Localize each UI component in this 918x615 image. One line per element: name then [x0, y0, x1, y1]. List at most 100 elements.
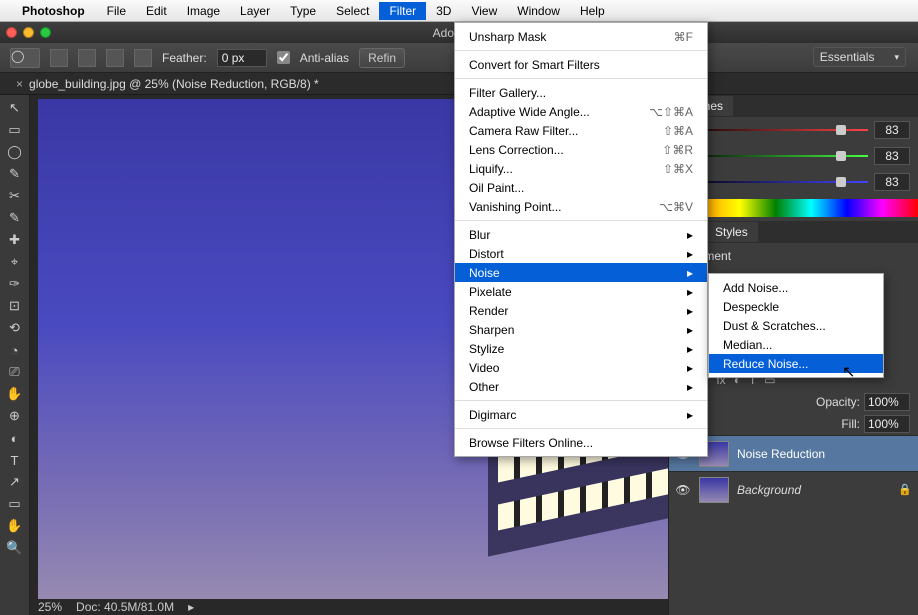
filter-menu-item[interactable]: Video▸ [455, 358, 707, 377]
layer-row[interactable]: 👁 Background 🔒 [669, 471, 918, 507]
tool-11[interactable]: ◔ [3, 339, 27, 361]
filter-menu-item[interactable]: Blur▸ [455, 225, 707, 244]
tool-6[interactable]: ✚ [3, 229, 27, 251]
tool-5[interactable]: ✎ [3, 207, 27, 229]
tool-3[interactable]: ✎ [3, 163, 27, 185]
tool-14[interactable]: ⊕ [3, 405, 27, 427]
selection-intersect-icon[interactable] [134, 49, 152, 67]
tool-preset-picker[interactable]: ◯ [10, 48, 40, 68]
filter-menu-item[interactable]: Unsharp Mask⌘F [455, 27, 707, 46]
filter-menu-item[interactable]: Noise▸ [455, 263, 707, 282]
tool-12[interactable]: ⎚ [3, 361, 27, 383]
refine-edge-button[interactable]: Refin [359, 48, 405, 68]
tool-19[interactable]: ✋ [3, 515, 27, 537]
tool-8[interactable]: ✑ [3, 273, 27, 295]
selection-subtract-icon[interactable] [106, 49, 124, 67]
layer-name[interactable]: Noise Reduction [737, 447, 825, 461]
status-arrow-icon[interactable]: ▸ [188, 600, 194, 614]
filter-menu-item[interactable]: Camera Raw Filter...⇧⌘A [455, 121, 707, 140]
tool-13[interactable]: ✋ [3, 383, 27, 405]
workspace-label: Essentials [820, 50, 875, 64]
filter-menu-item[interactable]: Lens Correction...⇧⌘R [455, 140, 707, 159]
menu-item-label: Sharpen [469, 323, 514, 337]
zoom-window-button[interactable] [40, 27, 51, 38]
menu-item-label: Other [469, 380, 499, 394]
menu-window[interactable]: Window [507, 2, 570, 20]
menu-type[interactable]: Type [280, 2, 326, 20]
layer-thumbnail[interactable] [699, 477, 729, 503]
tool-20[interactable]: 🔍 [3, 537, 27, 559]
red-value[interactable] [874, 121, 910, 139]
menu-item-label: Pixelate [469, 285, 512, 299]
filter-menu-item[interactable]: Distort▸ [455, 244, 707, 263]
tool-1[interactable]: ▭ [3, 119, 27, 141]
tools-panel[interactable]: ↖▭◯✎✂✎✚⌖✑⊡⟲◔⎚✋⊕◐T↗▭✋🔍 [0, 95, 30, 615]
tool-10[interactable]: ⟲ [3, 317, 27, 339]
layer-name[interactable]: Background [737, 483, 801, 497]
menu-item-label: Convert for Smart Filters [469, 58, 600, 72]
filter-menu-item[interactable]: Adaptive Wide Angle...⌥⇧⌘A [455, 102, 707, 121]
submenu-arrow-icon: ▸ [657, 285, 693, 299]
filter-menu-item[interactable]: Pixelate ▸ [455, 282, 707, 301]
tool-16[interactable]: T [3, 449, 27, 471]
styles-tab[interactable]: Styles [705, 222, 758, 242]
green-value[interactable] [874, 147, 910, 165]
menu-image[interactable]: Image [177, 2, 230, 20]
tool-7[interactable]: ⌖ [3, 251, 27, 273]
opacity-input[interactable] [864, 393, 910, 411]
noise-menu-item[interactable]: Despeckle [709, 297, 883, 316]
menu-edit[interactable]: Edit [136, 2, 177, 20]
zoom-level[interactable]: 25% [38, 600, 62, 614]
app-name[interactable]: Photoshop [22, 4, 85, 18]
menu-shortcut: ⌘F [644, 30, 693, 44]
tool-0[interactable]: ↖ [3, 97, 27, 119]
filter-menu-item[interactable]: Digimarc▸ [455, 405, 707, 424]
filter-menu-item[interactable]: Vanishing Point...⌥⌘V [455, 197, 707, 216]
menu-filter[interactable]: Filter [379, 2, 426, 20]
selection-new-icon[interactable] [50, 49, 68, 67]
macos-menubar[interactable]: Photoshop File Edit Image Layer Type Sel… [0, 0, 918, 22]
menu-item-label: Blur [469, 228, 490, 242]
feather-input[interactable] [217, 49, 267, 67]
noise-menu-item[interactable]: Reduce Noise... [709, 354, 883, 373]
traffic-lights[interactable] [6, 27, 51, 38]
filter-menu-item[interactable]: Sharpen▸ [455, 320, 707, 339]
noise-menu-item[interactable]: Add Noise... [709, 278, 883, 297]
workspace-switcher[interactable]: Essentials ▾ [813, 47, 906, 67]
menu-help[interactable]: Help [570, 2, 615, 20]
minimize-window-button[interactable] [23, 27, 34, 38]
filter-menu-item[interactable]: Oil Paint... [455, 178, 707, 197]
filter-menu-item[interactable]: Render▸ [455, 301, 707, 320]
menu-view[interactable]: View [461, 2, 507, 20]
tool-4[interactable]: ✂ [3, 185, 27, 207]
menu-select[interactable]: Select [326, 2, 379, 20]
selection-add-icon[interactable] [78, 49, 96, 67]
filter-menu[interactable]: Unsharp Mask⌘F Convert for Smart Filters F… [454, 22, 708, 457]
noise-menu-item[interactable]: Median... [709, 335, 883, 354]
filter-menu-item[interactable]: Liquify...⇧⌘X [455, 159, 707, 178]
tool-2[interactable]: ◯ [3, 141, 27, 163]
menu-item-label: Video [469, 361, 499, 375]
menu-3d[interactable]: 3D [426, 2, 461, 20]
tool-15[interactable]: ◐ [3, 427, 27, 449]
tool-17[interactable]: ↗ [3, 471, 27, 493]
menu-layer[interactable]: Layer [230, 2, 280, 20]
tool-9[interactable]: ⊡ [3, 295, 27, 317]
menu-item-label: Adaptive Wide Angle... [469, 105, 590, 119]
fill-label: Fill: [841, 417, 860, 431]
filter-menu-item[interactable]: Filter Gallery... [455, 83, 707, 102]
noise-submenu[interactable]: Add Noise...DespeckleDust & Scratches...… [708, 273, 884, 378]
menu-file[interactable]: File [97, 2, 136, 20]
visibility-icon[interactable]: 👁 [675, 483, 691, 497]
blue-value[interactable] [874, 173, 910, 191]
fill-input[interactable] [864, 415, 910, 433]
tool-18[interactable]: ▭ [3, 493, 27, 515]
filter-menu-item[interactable]: Browse Filters Online... [455, 433, 707, 452]
antialias-checkbox[interactable] [277, 51, 290, 64]
filter-menu-item[interactable]: Stylize▸ [455, 339, 707, 358]
filter-menu-item[interactable]: Convert for Smart Filters [455, 55, 707, 74]
filter-menu-item[interactable]: Other▸ [455, 377, 707, 396]
noise-menu-item[interactable]: Dust & Scratches... [709, 316, 883, 335]
close-window-button[interactable] [6, 27, 17, 38]
close-tab-icon[interactable]: × [16, 77, 23, 91]
